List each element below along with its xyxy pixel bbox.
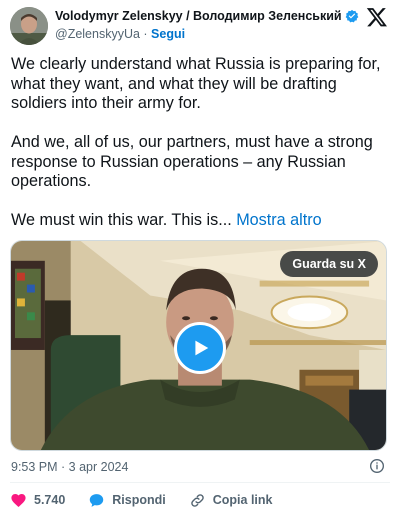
verified-badge-icon <box>345 9 359 23</box>
x-logo-icon[interactable] <box>366 6 388 28</box>
like-count: 5.740 <box>34 493 66 507</box>
post-actions: 5.740 Rispondi Copia link <box>10 490 295 510</box>
follow-button[interactable]: Segui <box>151 27 185 41</box>
heart-icon <box>11 493 26 507</box>
copy-link-label: Copia link <box>212 493 273 507</box>
post-truncated-text: We must win this war. This is... <box>11 211 237 229</box>
post-paragraph-2: And we, all of us, our partners, must ha… <box>11 133 373 190</box>
embedded-post-card: Volodymyr Zelenskyy / Володимир Зеленськ… <box>0 0 400 515</box>
play-icon[interactable] <box>174 322 226 374</box>
reply-button[interactable]: Rispondi <box>88 492 166 509</box>
avatar-image <box>10 7 48 45</box>
post-paragraph-3: We must win this war. This is... Mostra … <box>11 211 393 231</box>
author-display-name[interactable]: Volodymyr Zelenskyy / Володимир Зеленськ… <box>55 9 342 23</box>
video-player[interactable]: Guarda su X <box>10 240 387 451</box>
like-button[interactable]: 5.740 <box>10 492 65 509</box>
watch-on-x-button[interactable]: Guarda su X <box>280 251 378 277</box>
post-paragraph-1: We clearly understand what Russia is pre… <box>11 55 381 112</box>
post-timestamp[interactable]: 9:53 PM · 3 apr 2024 <box>11 460 128 474</box>
author-name-row: Volodymyr Zelenskyy / Володимир Зеленськ… <box>55 9 359 23</box>
author-handle-row: @ZelenskyyUa · Segui <box>55 27 185 41</box>
author-handle[interactable]: @ZelenskyyUa <box>55 27 140 41</box>
reply-label: Rispondi <box>112 493 166 507</box>
actions-divider <box>10 482 390 483</box>
copy-link-button[interactable]: Copia link <box>189 492 273 509</box>
post-text: We clearly understand what Russia is pre… <box>11 55 393 231</box>
link-icon <box>190 493 204 507</box>
handle-separator: · <box>139 27 152 41</box>
reply-bubble-icon <box>90 493 104 507</box>
show-more-link[interactable]: Mostra altro <box>236 211 321 229</box>
author-avatar[interactable] <box>10 7 48 45</box>
info-icon[interactable] <box>369 458 385 474</box>
